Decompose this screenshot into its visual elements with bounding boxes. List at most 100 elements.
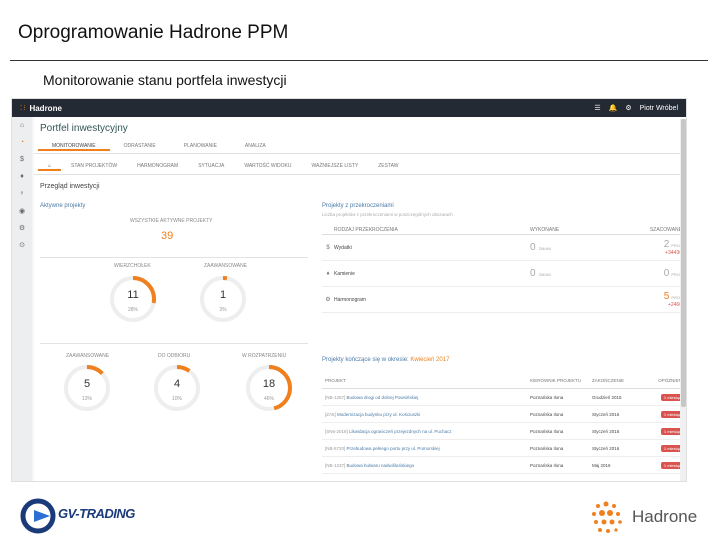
donut-4-value: 4 xyxy=(173,378,181,390)
project-code: [NB-1237] xyxy=(325,462,346,468)
group-label-1: WIERZCHOŁEK xyxy=(114,263,151,269)
tab-planowanie[interactable]: PLANOWANIE xyxy=(170,141,231,151)
share-icon[interactable]: ⊙ xyxy=(12,236,32,253)
overdue-table: RODZAJ PRZEKROCZENIA WYKONANE SZACOWANE … xyxy=(322,225,686,313)
donut-5[interactable]: 18 46% xyxy=(244,363,294,413)
main-content: Portfel inwestycyjny MONITOROWANIE ODRAS… xyxy=(34,117,686,481)
row-delta: +2460 xyxy=(667,302,682,308)
project-end-date: Styczeń 2016 xyxy=(592,445,620,451)
donut-1-value: 11 xyxy=(127,289,139,301)
donut-2[interactable]: 1 3% xyxy=(198,274,248,324)
brand-logo-icon: ⁚⁝ xyxy=(20,105,27,112)
user-menu[interactable]: Piotr Wróbel xyxy=(640,105,678,112)
brand-name[interactable]: Hadrone xyxy=(29,104,61,113)
table-row[interactable]: ⚙ Harmonogram 5 PROJ +2460 xyxy=(322,287,686,313)
donut-5-percent: 46% xyxy=(263,396,274,402)
project-code: [SN6-2018] xyxy=(325,428,348,434)
menu-icon[interactable]: ☰ xyxy=(594,104,600,112)
hadrone-logo-icon xyxy=(592,501,622,533)
team-icon[interactable]: ◉ xyxy=(12,202,32,219)
project-link[interactable]: Modernizacja budynku przy ul. Kościuszki xyxy=(337,412,420,417)
sub-tabs: ⌂ STAN PROJEKTÓW HARMONOGRAM SYTUACJA WA… xyxy=(38,161,409,171)
app-topbar: ⁚⁝ Hadrone ☰ 🔔 ⚙ Piotr Wróbel xyxy=(12,99,686,117)
tab-odrastanie[interactable]: ODRASTANIE xyxy=(110,141,170,151)
project-link[interactable]: Przebudowa pełnego portu przy ul. Pomors… xyxy=(347,446,440,451)
subtab-zestaw[interactable]: ZESTAW xyxy=(368,161,408,171)
stats-divider xyxy=(40,257,308,258)
row-name: Kamienie xyxy=(334,270,355,277)
col-wykonane[interactable]: WYKONANE xyxy=(530,227,626,233)
active-projects-heading[interactable]: Aktywne projekty xyxy=(40,203,85,209)
col-zakonczenie[interactable]: ZAKOŃCZENIE xyxy=(592,378,648,383)
total-projects-value[interactable]: 39 xyxy=(161,230,173,242)
schedule-icon: ⚙ xyxy=(325,297,331,303)
col-kierownik[interactable]: KIEROWNIK PROJEKTU xyxy=(530,378,592,383)
col-projekt[interactable]: PROJEKT xyxy=(322,378,530,383)
project-code: [ZA5] xyxy=(325,411,336,417)
closing-period-select[interactable]: Kwiecień 2017 xyxy=(410,357,449,363)
tabs-divider xyxy=(34,153,686,154)
subtab-home-icon[interactable]: ⌂ xyxy=(38,161,62,171)
project-manager: Poznańska Ilona xyxy=(530,394,564,400)
hadrone-wordmark: Hadrone xyxy=(632,507,698,526)
hadrone-logo: Hadrone xyxy=(590,500,716,536)
home-icon[interactable]: ⌂ xyxy=(12,117,32,134)
overdue-subheading: Liczba projektów z przekroczeniami w pos… xyxy=(322,212,453,217)
row-plan: 5 xyxy=(663,291,670,302)
project-link[interactable]: Likwidacja ograniczeń przejezdnych na ul… xyxy=(349,429,452,434)
row-plan: 0 xyxy=(663,268,670,279)
closing-table-header: PROJEKT KIEROWNIK PROJEKTU ZAKOŃCZENIE O… xyxy=(322,373,686,389)
table-row[interactable]: [NB-5720] Przebudowa pełnego portu przy … xyxy=(322,440,686,457)
bell-icon[interactable]: 🔔 xyxy=(609,104,618,112)
project-manager: Poznańska Ilona xyxy=(530,445,564,451)
table-row[interactable]: [SN6-2018] Likwidacja ograniczeń przejez… xyxy=(322,423,686,440)
project-manager: Poznańska Ilona xyxy=(530,428,564,434)
scrollbar[interactable] xyxy=(680,119,686,481)
table-row[interactable]: $ Wydatki 0 ZMIAN 2 PROJ +34436 xyxy=(322,235,686,261)
project-end-date: Grudzień 2015 xyxy=(592,394,622,400)
subtab-wartosc-widoku[interactable]: WARTOŚĆ WIDOKU xyxy=(234,161,301,171)
budget-icon[interactable]: $ xyxy=(12,151,32,168)
gv-trading-wordmark: GV-TRADING xyxy=(58,506,135,521)
col-rodzaj[interactable]: RODZAJ PRZEKROCZENIA xyxy=(334,227,530,233)
total-projects-label: WSZYSTKIE AKTYWNE PROJEKTY xyxy=(130,218,213,224)
donut-1-percent: 28% xyxy=(127,307,138,313)
table-row[interactable]: ♦ Kamienie 0 ZMIAN 0 PROJ xyxy=(322,261,686,287)
project-link[interactable]: Budowa bulwaru nadwiślańskiego xyxy=(347,463,415,468)
donut-1[interactable]: 11 28% xyxy=(108,274,158,324)
donut-4[interactable]: 4 10% xyxy=(152,363,202,413)
closing-heading-text: Projekty kończące się w okresie: xyxy=(322,357,409,363)
subtab-sytuacja[interactable]: SYTUACJA xyxy=(188,161,234,171)
closing-table: PROJEKT KIEROWNIK PROJEKTU ZAKOŃCZENIE O… xyxy=(322,373,686,474)
subtab-harmonogram[interactable]: HARMONOGRAM xyxy=(127,161,188,171)
portfolio-icon[interactable]: ◔ xyxy=(12,134,32,151)
tab-analiza[interactable]: ANALIZA xyxy=(231,141,280,151)
table-row[interactable]: [ZA5] Modernizacja budynku przy ul. Kośc… xyxy=(322,406,686,423)
tab-monitorowanie[interactable]: MONITOROWANIE xyxy=(38,141,110,151)
project-link[interactable]: Budowa drogi od dolnej Powsińskiej xyxy=(347,395,419,400)
group-label-4: DO ODBIORU xyxy=(158,353,191,359)
overdue-heading[interactable]: Projekty z przekroczeniami xyxy=(322,203,394,209)
subtab-stan-projektow[interactable]: STAN PROJEKTÓW xyxy=(61,161,127,171)
project-code: [NB-1257] xyxy=(325,394,346,400)
row-plan: 2 xyxy=(663,239,670,250)
gv-trading-logo-icon xyxy=(20,498,56,534)
settings-icon[interactable]: ⚙ xyxy=(625,104,631,112)
project-code: [NB-5720] xyxy=(325,445,346,451)
subtab-wazniejsze-listy[interactable]: WAŻNIEJSZE LISTY xyxy=(301,161,368,171)
gears-icon[interactable]: ⚙ xyxy=(12,219,32,236)
flag-icon[interactable]: ♦ xyxy=(12,168,32,185)
row-done-unit: ZMIAN xyxy=(538,272,552,277)
donut-2-percent: 3% xyxy=(219,307,227,313)
table-row[interactable]: [NB-1237] Budowa bulwaru nadwiślańskiego… xyxy=(322,457,686,474)
table-row[interactable]: [NB-1257] Budowa drogi od dolnej Powsińs… xyxy=(322,389,686,406)
donut-3[interactable]: 5 13% xyxy=(62,363,112,413)
col-szacowane[interactable]: SZACOWANE xyxy=(626,227,686,233)
scrollbar-thumb[interactable] xyxy=(681,119,686,407)
project-end-date: Styczeń 2016 xyxy=(592,428,620,434)
stats-divider-2 xyxy=(40,343,308,344)
donut-5-value: 18 xyxy=(262,378,276,390)
slide-subtitle: Monitorowanie stanu portfela inwestycji xyxy=(43,72,287,88)
donut-3-percent: 13% xyxy=(81,396,92,402)
idea-icon[interactable]: ♀ xyxy=(12,185,32,202)
